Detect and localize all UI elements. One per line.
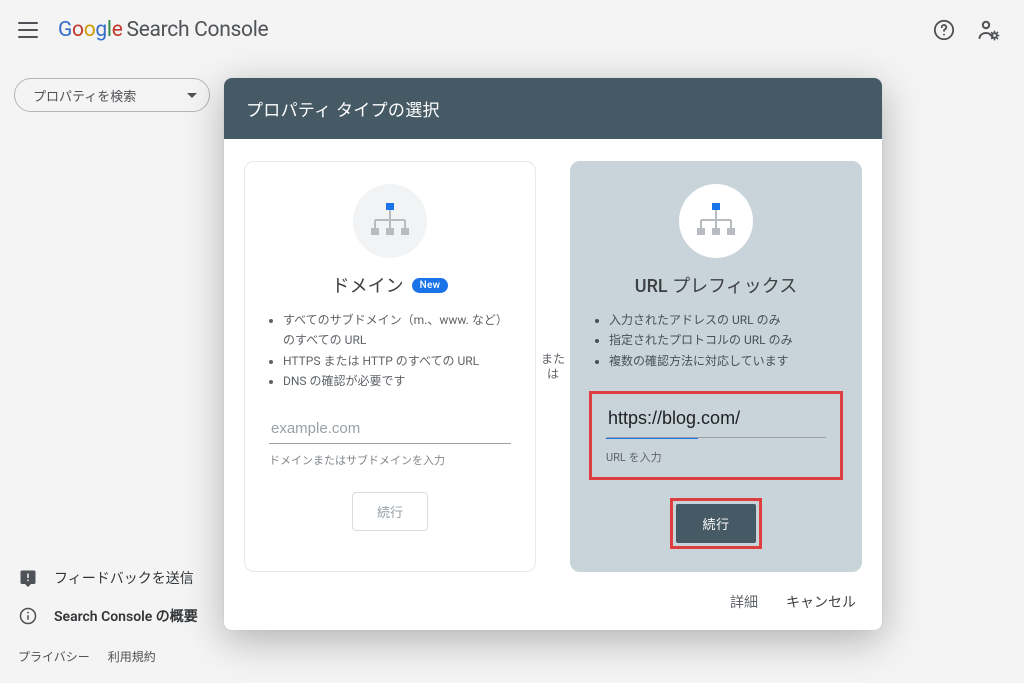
- sitemap-icon: [353, 184, 427, 258]
- sitemap-icon: [679, 184, 753, 258]
- url-prefix-bullet: 入力されたアドレスの URL のみ: [609, 310, 843, 330]
- dialog-footer: 詳細 キャンセル: [224, 578, 882, 630]
- url-prefix-card-title: URL プレフィックス: [635, 272, 797, 298]
- url-prefix-bullets: 入力されたアドレスの URL のみ 指定されたプロトコルの URL のみ 複数の…: [589, 310, 843, 371]
- domain-bullet: HTTPS または HTTP のすべての URL: [283, 351, 517, 371]
- domain-bullet: すべてのサブドメイン（m.、www. など）のすべての URL: [283, 310, 517, 351]
- domain-continue-button[interactable]: 続行: [352, 492, 428, 531]
- option-separator: または: [536, 161, 570, 572]
- url-prefix-bullet: 複数の確認方法に対応しています: [609, 351, 843, 371]
- domain-input-help: ドメインまたはサブドメインを入力: [269, 452, 511, 468]
- domain-option-card[interactable]: ドメイン New すべてのサブドメイン（m.、www. など）のすべての URL…: [244, 161, 536, 572]
- domain-bullets: すべてのサブドメイン（m.、www. など）のすべての URL HTTPS また…: [263, 310, 517, 392]
- url-prefix-input-help: URL を入力: [606, 449, 826, 465]
- property-type-dialog: プロパティ タイプの選択 ドメイン New: [224, 78, 882, 630]
- url-input-highlight: URL を入力: [589, 391, 843, 480]
- dialog-title: プロパティ タイプの選択: [224, 78, 882, 139]
- url-prefix-option-card[interactable]: URL プレフィックス 入力されたアドレスの URL のみ 指定されたプロトコル…: [570, 161, 862, 572]
- domain-input[interactable]: [269, 414, 511, 444]
- new-badge: New: [412, 278, 449, 293]
- domain-card-title: ドメイン: [332, 272, 404, 298]
- domain-bullet: DNS の確認が必要です: [283, 371, 517, 391]
- url-prefix-continue-button[interactable]: 続行: [676, 504, 755, 543]
- continue-button-highlight: 続行: [670, 498, 761, 549]
- details-button[interactable]: 詳細: [730, 592, 758, 612]
- cancel-button[interactable]: キャンセル: [786, 592, 856, 612]
- url-prefix-input[interactable]: [606, 404, 826, 438]
- url-prefix-bullet: 指定されたプロトコルの URL のみ: [609, 330, 843, 350]
